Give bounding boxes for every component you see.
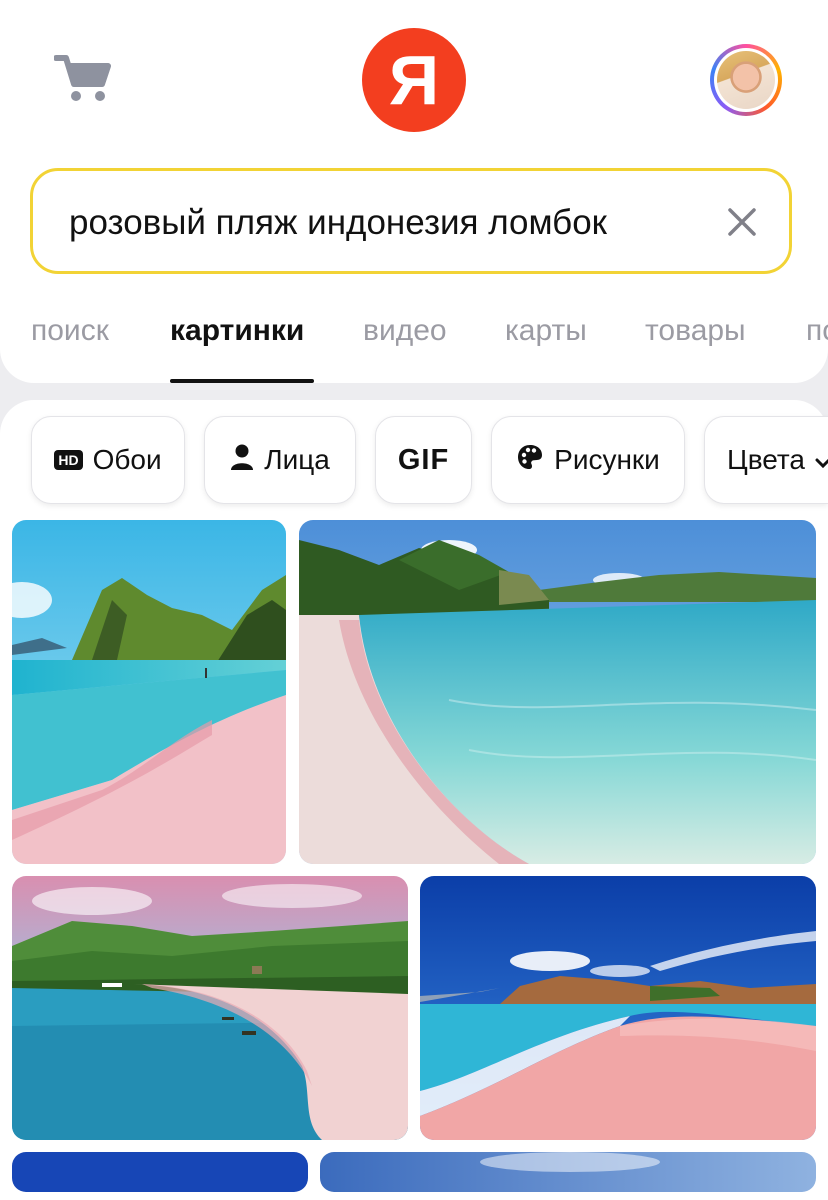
close-icon[interactable] xyxy=(721,201,763,243)
tab-video[interactable]: видео xyxy=(363,314,447,348)
filter-label: Лица xyxy=(264,444,330,475)
person-icon xyxy=(230,443,254,478)
image-result[interactable] xyxy=(12,1152,308,1192)
yandex-logo[interactable]: Я xyxy=(362,28,466,132)
logo-letter: Я xyxy=(388,41,440,119)
tab-search[interactable]: поиск xyxy=(31,314,109,348)
cart-icon[interactable] xyxy=(53,52,112,106)
hd-icon: HD xyxy=(54,449,83,471)
avatar-ring xyxy=(714,48,778,112)
tab-products[interactable]: товары xyxy=(645,314,746,348)
avatar-photo xyxy=(717,51,775,109)
filter-faces[interactable]: Лица xyxy=(204,416,356,504)
tab-images[interactable]: картинки xyxy=(170,314,304,348)
filter-colors[interactable]: Цвета xyxy=(704,416,828,504)
active-tab-indicator xyxy=(170,379,314,383)
tab-maps[interactable]: карты xyxy=(505,314,587,348)
search-tabs: поиск картинки видео карты товары по xyxy=(0,300,828,384)
image-result[interactable] xyxy=(299,520,816,864)
filter-gif[interactable]: GIF xyxy=(375,416,472,504)
search-query[interactable]: розовый пляж индонезия ломбок xyxy=(69,203,607,243)
filter-label: GIF xyxy=(397,443,450,476)
palette-icon xyxy=(516,443,544,478)
image-result[interactable] xyxy=(320,1152,816,1192)
chevron-down-icon xyxy=(815,444,828,476)
filter-wallpapers[interactable]: HD Обои xyxy=(31,416,185,504)
tab-more[interactable]: по xyxy=(806,314,828,348)
image-result[interactable] xyxy=(420,876,816,1140)
image-result[interactable] xyxy=(12,876,408,1140)
user-avatar[interactable] xyxy=(710,44,782,116)
filter-label: Цвета xyxy=(727,444,805,475)
filter-label: Рисунки xyxy=(554,444,660,475)
filter-label: Обои xyxy=(92,444,162,475)
filter-drawings[interactable]: Рисунки xyxy=(491,416,685,504)
search-input[interactable]: розовый пляж индонезия ломбок xyxy=(30,168,792,274)
image-result[interactable] xyxy=(12,520,286,864)
